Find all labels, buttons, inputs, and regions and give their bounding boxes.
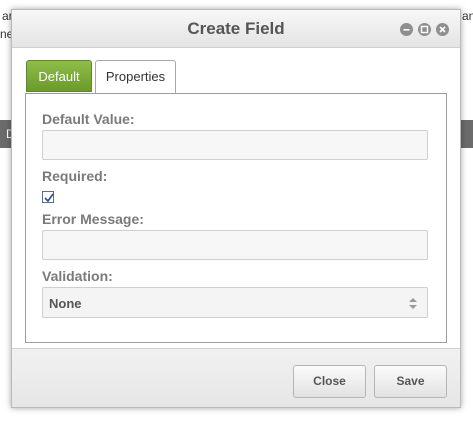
tab-default[interactable]: Default xyxy=(26,60,92,92)
checkmark-icon xyxy=(44,193,54,203)
validation-select[interactable]: None xyxy=(42,287,428,318)
maximize-icon[interactable] xyxy=(418,23,431,36)
close-button[interactable]: Close xyxy=(293,365,366,398)
dialog-content: Default Properties Default Value: Requir… xyxy=(12,48,460,348)
default-value-field[interactable] xyxy=(42,130,428,160)
dialog-titlebar[interactable]: Create Field xyxy=(12,10,460,48)
background-text-right: ang xyxy=(462,9,473,23)
tab-properties[interactable]: Properties xyxy=(95,60,176,93)
select-arrows-icon xyxy=(409,298,417,309)
create-field-dialog: Create Field Default Properties Default … xyxy=(11,9,461,408)
save-button[interactable]: Save xyxy=(374,365,447,398)
required-label: Required: xyxy=(42,168,108,184)
properties-panel: Default Value: Required: Error Message: … xyxy=(25,93,447,343)
dialog-title: Create Field xyxy=(187,19,285,38)
dialog-footer: Close Save xyxy=(12,348,460,407)
required-checkbox[interactable] xyxy=(42,191,54,203)
validation-selected-value: None xyxy=(49,296,82,311)
default-value-label: Default Value: xyxy=(42,111,135,127)
background-toolbar-right xyxy=(461,120,473,148)
error-message-label: Error Message: xyxy=(42,211,144,227)
close-icon[interactable] xyxy=(436,23,449,36)
minimize-icon[interactable] xyxy=(400,23,413,36)
validation-label: Validation: xyxy=(42,268,113,284)
error-message-field[interactable] xyxy=(42,230,428,260)
